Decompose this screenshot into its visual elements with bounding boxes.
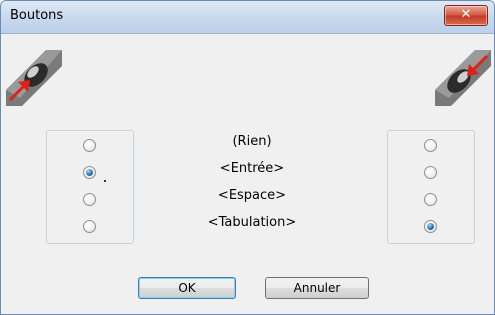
option-label-tabulation: <Tabulation> (207, 215, 297, 230)
title-bar[interactable]: Boutons ✕ (1, 1, 494, 34)
left-radio-espace[interactable] (83, 193, 96, 206)
close-button[interactable]: ✕ (444, 5, 488, 26)
dialog-content: (Rien) <Entrée> <Espace> <Tabulation> OK… (2, 34, 493, 313)
left-button-radio-group (46, 130, 134, 244)
dialog-window: Boutons ✕ (Rien) <Entrée> <Espace> <Tabu… (0, 0, 495, 315)
window-title: Boutons (10, 8, 64, 23)
left-radio-entree[interactable] (83, 166, 96, 179)
right-radio-espace[interactable] (424, 193, 437, 206)
right-button-radio-group (387, 130, 475, 244)
option-label-espace: <Espace> (217, 188, 287, 203)
focus-dot (104, 180, 106, 182)
cancel-button[interactable]: Annuler (265, 277, 369, 299)
option-label-rien: (Rien) (232, 134, 272, 149)
left-radio-tabulation[interactable] (83, 220, 96, 233)
left-radio-rien[interactable] (83, 139, 96, 152)
option-label-entree: <Entrée> (219, 161, 285, 176)
right-radio-entree[interactable] (424, 166, 437, 179)
ok-button[interactable]: OK (138, 277, 236, 299)
close-icon: ✕ (460, 7, 472, 22)
mouse-left-button-icon (6, 50, 62, 106)
right-radio-rien[interactable] (424, 139, 437, 152)
mouse-right-button-icon (435, 50, 491, 106)
right-radio-tabulation[interactable] (424, 220, 437, 233)
